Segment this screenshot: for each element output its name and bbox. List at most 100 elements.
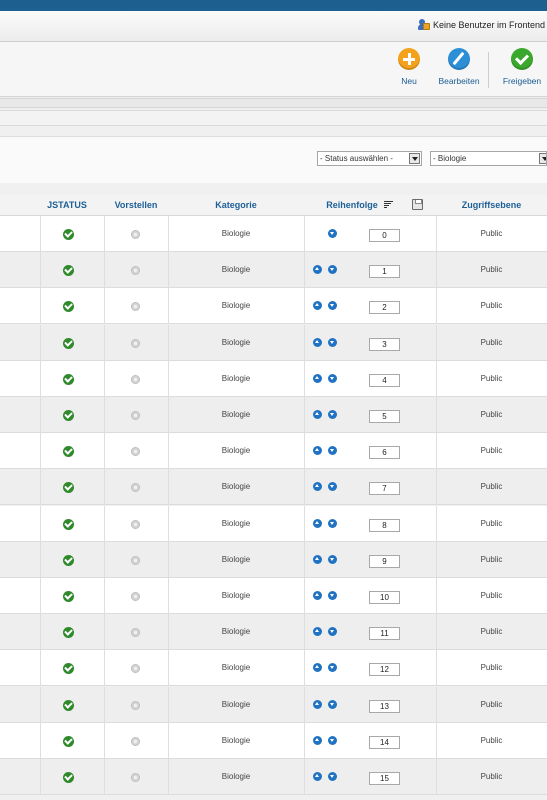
move-up-icon[interactable] [313, 338, 322, 347]
not-featured-icon[interactable] [131, 302, 140, 311]
move-down-icon[interactable] [328, 265, 337, 274]
order-input[interactable]: 10 [369, 591, 400, 604]
move-down-icon[interactable] [328, 627, 337, 636]
frontend-users-status[interactable]: Keine Benutzer im Frontend [417, 18, 545, 32]
published-check-icon[interactable] [63, 555, 74, 566]
table-row: Biologie 10 Public [0, 578, 547, 614]
order-input[interactable]: 12 [369, 663, 400, 676]
not-featured-icon[interactable] [131, 664, 140, 673]
published-check-icon[interactable] [63, 338, 74, 349]
move-up-icon[interactable] [313, 265, 322, 274]
column-divider [304, 288, 305, 323]
published-check-icon[interactable] [63, 591, 74, 602]
not-featured-icon[interactable] [131, 447, 140, 456]
move-down-icon[interactable] [328, 591, 337, 600]
order-input[interactable]: 5 [369, 410, 400, 423]
published-check-icon[interactable] [63, 374, 74, 385]
order-input[interactable]: 13 [369, 700, 400, 713]
move-down-icon[interactable] [328, 555, 337, 564]
column-header-kategorie[interactable]: Kategorie [168, 195, 304, 215]
order-input[interactable]: 4 [369, 374, 400, 387]
save-order-icon[interactable] [412, 199, 423, 210]
column-divider [40, 542, 41, 577]
edit-button[interactable]: Bearbeiten [436, 48, 482, 86]
published-check-icon[interactable] [63, 736, 74, 747]
category-filter-select[interactable]: - Biologie [430, 151, 547, 166]
publish-button[interactable]: Freigeben [499, 48, 545, 86]
published-check-icon[interactable] [63, 301, 74, 312]
move-up-icon[interactable] [313, 410, 322, 419]
not-featured-icon[interactable] [131, 520, 140, 529]
column-divider [40, 506, 41, 541]
order-input[interactable]: 7 [369, 482, 400, 495]
column-header-jstatus[interactable]: JSTATUS [40, 195, 94, 215]
move-down-icon[interactable] [328, 519, 337, 528]
published-check-icon[interactable] [63, 265, 74, 276]
move-up-icon[interactable] [313, 663, 322, 672]
column-header-vorstellen[interactable]: Vorstellen [104, 195, 168, 215]
move-down-icon[interactable] [328, 229, 337, 238]
move-down-icon[interactable] [328, 374, 337, 383]
not-featured-icon[interactable] [131, 556, 140, 565]
not-featured-icon[interactable] [131, 592, 140, 601]
published-check-icon[interactable] [63, 446, 74, 457]
move-down-icon[interactable] [328, 301, 337, 310]
move-down-icon[interactable] [328, 338, 337, 347]
published-check-icon[interactable] [63, 482, 74, 493]
published-check-icon[interactable] [63, 772, 74, 783]
move-down-icon[interactable] [328, 663, 337, 672]
move-up-icon[interactable] [313, 627, 322, 636]
not-featured-icon[interactable] [131, 266, 140, 275]
not-featured-icon[interactable] [131, 339, 140, 348]
move-down-icon[interactable] [328, 446, 337, 455]
order-input[interactable]: 3 [369, 338, 400, 351]
move-up-icon[interactable] [313, 591, 322, 600]
move-up-icon[interactable] [313, 772, 322, 781]
move-up-icon[interactable] [313, 519, 322, 528]
order-input[interactable]: 11 [369, 627, 400, 640]
not-featured-icon[interactable] [131, 230, 140, 239]
move-up-icon[interactable] [313, 700, 322, 709]
new-button[interactable]: Neu [396, 48, 422, 86]
column-divider [40, 759, 41, 794]
order-input[interactable]: 8 [369, 519, 400, 532]
order-input[interactable]: 0 [369, 229, 400, 242]
not-featured-icon[interactable] [131, 737, 140, 746]
order-input[interactable]: 9 [369, 555, 400, 568]
move-down-icon[interactable] [328, 410, 337, 419]
column-header-reihenfolge[interactable]: Reihenfolge [312, 195, 392, 215]
move-up-icon[interactable] [313, 482, 322, 491]
move-up-icon[interactable] [313, 736, 322, 745]
published-check-icon[interactable] [63, 229, 74, 240]
not-featured-icon[interactable] [131, 701, 140, 710]
move-up-icon[interactable] [313, 301, 322, 310]
column-header-zugriffsebene[interactable]: Zugriffsebene [436, 195, 547, 215]
sort-order-icon[interactable] [384, 200, 393, 209]
published-check-icon[interactable] [63, 663, 74, 674]
move-up-icon[interactable] [313, 446, 322, 455]
move-down-icon[interactable] [328, 700, 337, 709]
not-featured-icon[interactable] [131, 628, 140, 637]
move-up-icon[interactable] [313, 374, 322, 383]
column-divider [40, 687, 41, 722]
status-filter-select[interactable]: - Status auswählen - [317, 151, 422, 166]
not-featured-icon[interactable] [131, 773, 140, 782]
order-input[interactable]: 15 [369, 772, 400, 785]
not-featured-icon[interactable] [131, 411, 140, 420]
pencil-icon [448, 48, 470, 70]
published-check-icon[interactable] [63, 700, 74, 711]
order-input[interactable]: 1 [369, 265, 400, 278]
published-check-icon[interactable] [63, 627, 74, 638]
move-down-icon[interactable] [328, 482, 337, 491]
move-down-icon[interactable] [328, 736, 337, 745]
order-input[interactable]: 2 [369, 301, 400, 314]
published-check-icon[interactable] [63, 410, 74, 421]
not-featured-icon[interactable] [131, 375, 140, 384]
table-row: Biologie 4 Public [0, 361, 547, 397]
not-featured-icon[interactable] [131, 483, 140, 492]
order-input[interactable]: 14 [369, 736, 400, 749]
published-check-icon[interactable] [63, 519, 74, 530]
move-up-icon[interactable] [313, 555, 322, 564]
move-down-icon[interactable] [328, 772, 337, 781]
order-input[interactable]: 6 [369, 446, 400, 459]
